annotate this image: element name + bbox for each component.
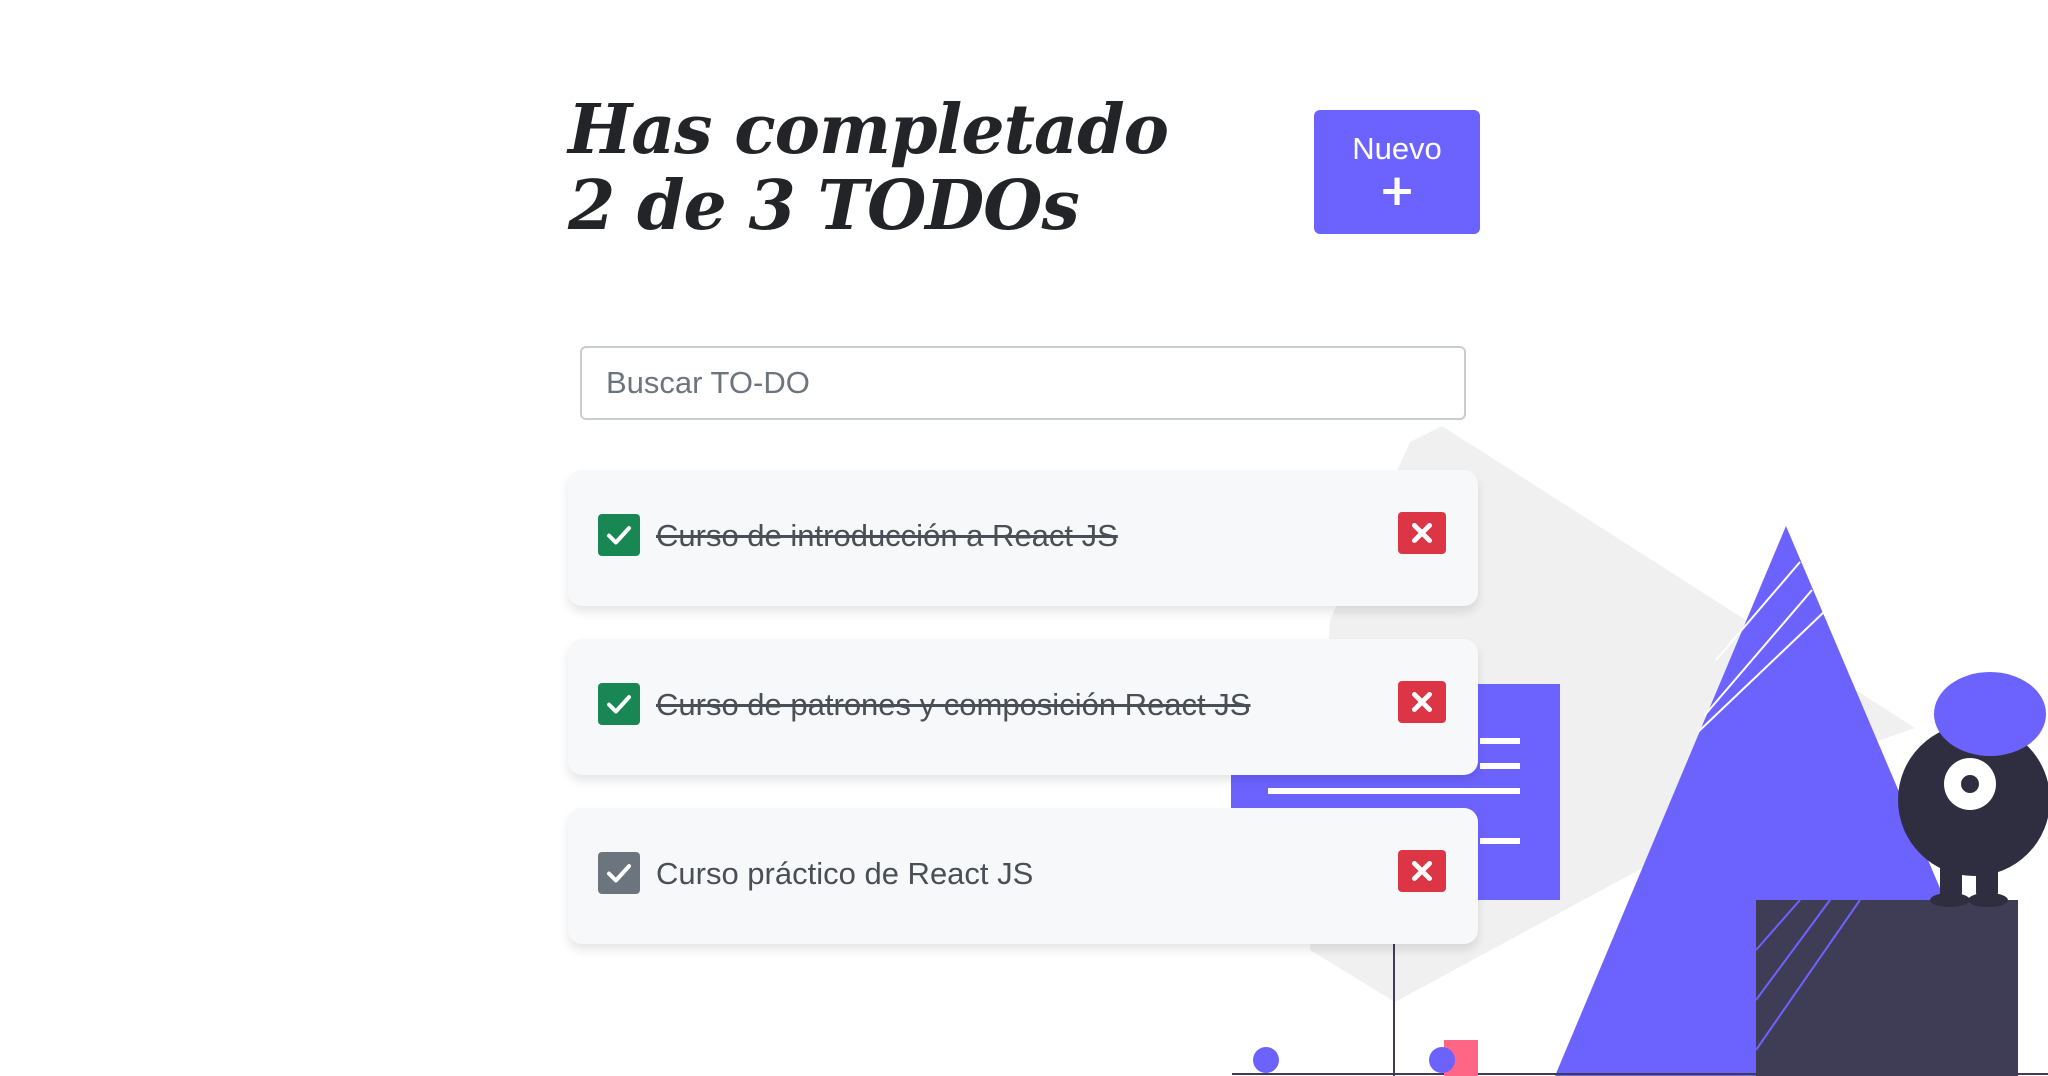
todo-text: Curso de patrones y composición React JS (656, 687, 1251, 722)
todo-item: Curso de introducción a React JS (568, 470, 1478, 606)
check-icon[interactable] (598, 852, 640, 894)
search-input[interactable] (580, 346, 1466, 420)
todo-text: Curso de introducción a React JS (656, 518, 1118, 553)
todo-text: Curso práctico de React JS (656, 856, 1034, 891)
plus-icon: + (1378, 165, 1416, 216)
todo-item: Curso de patrones y composición React JS (568, 639, 1478, 775)
close-icon (1411, 522, 1433, 544)
todo-list: Curso de introducción a React JS Curso d… (568, 470, 1478, 977)
creature-hat (1934, 672, 2046, 756)
todo-item: Curso práctico de React JS (568, 808, 1478, 944)
todo-app: Has completado 2 de 3 TODOs Nuevo + Curs… (0, 0, 2048, 1076)
check-icon[interactable] (598, 514, 640, 556)
creature-body (1898, 724, 2048, 876)
check-icon[interactable] (598, 683, 640, 725)
delete-todo-button[interactable] (1398, 681, 1446, 723)
page-title: Has completado 2 de 3 TODOs (568, 90, 1169, 246)
close-icon (1411, 860, 1433, 882)
box-shape (1756, 900, 2018, 1076)
new-todo-button[interactable]: Nuevo + (1314, 110, 1480, 234)
new-todo-button-label: Nuevo (1352, 131, 1442, 166)
delete-todo-button[interactable] (1398, 850, 1446, 892)
delete-todo-button[interactable] (1398, 512, 1446, 554)
close-icon (1411, 691, 1433, 713)
triangle-shape (1555, 526, 1945, 1076)
